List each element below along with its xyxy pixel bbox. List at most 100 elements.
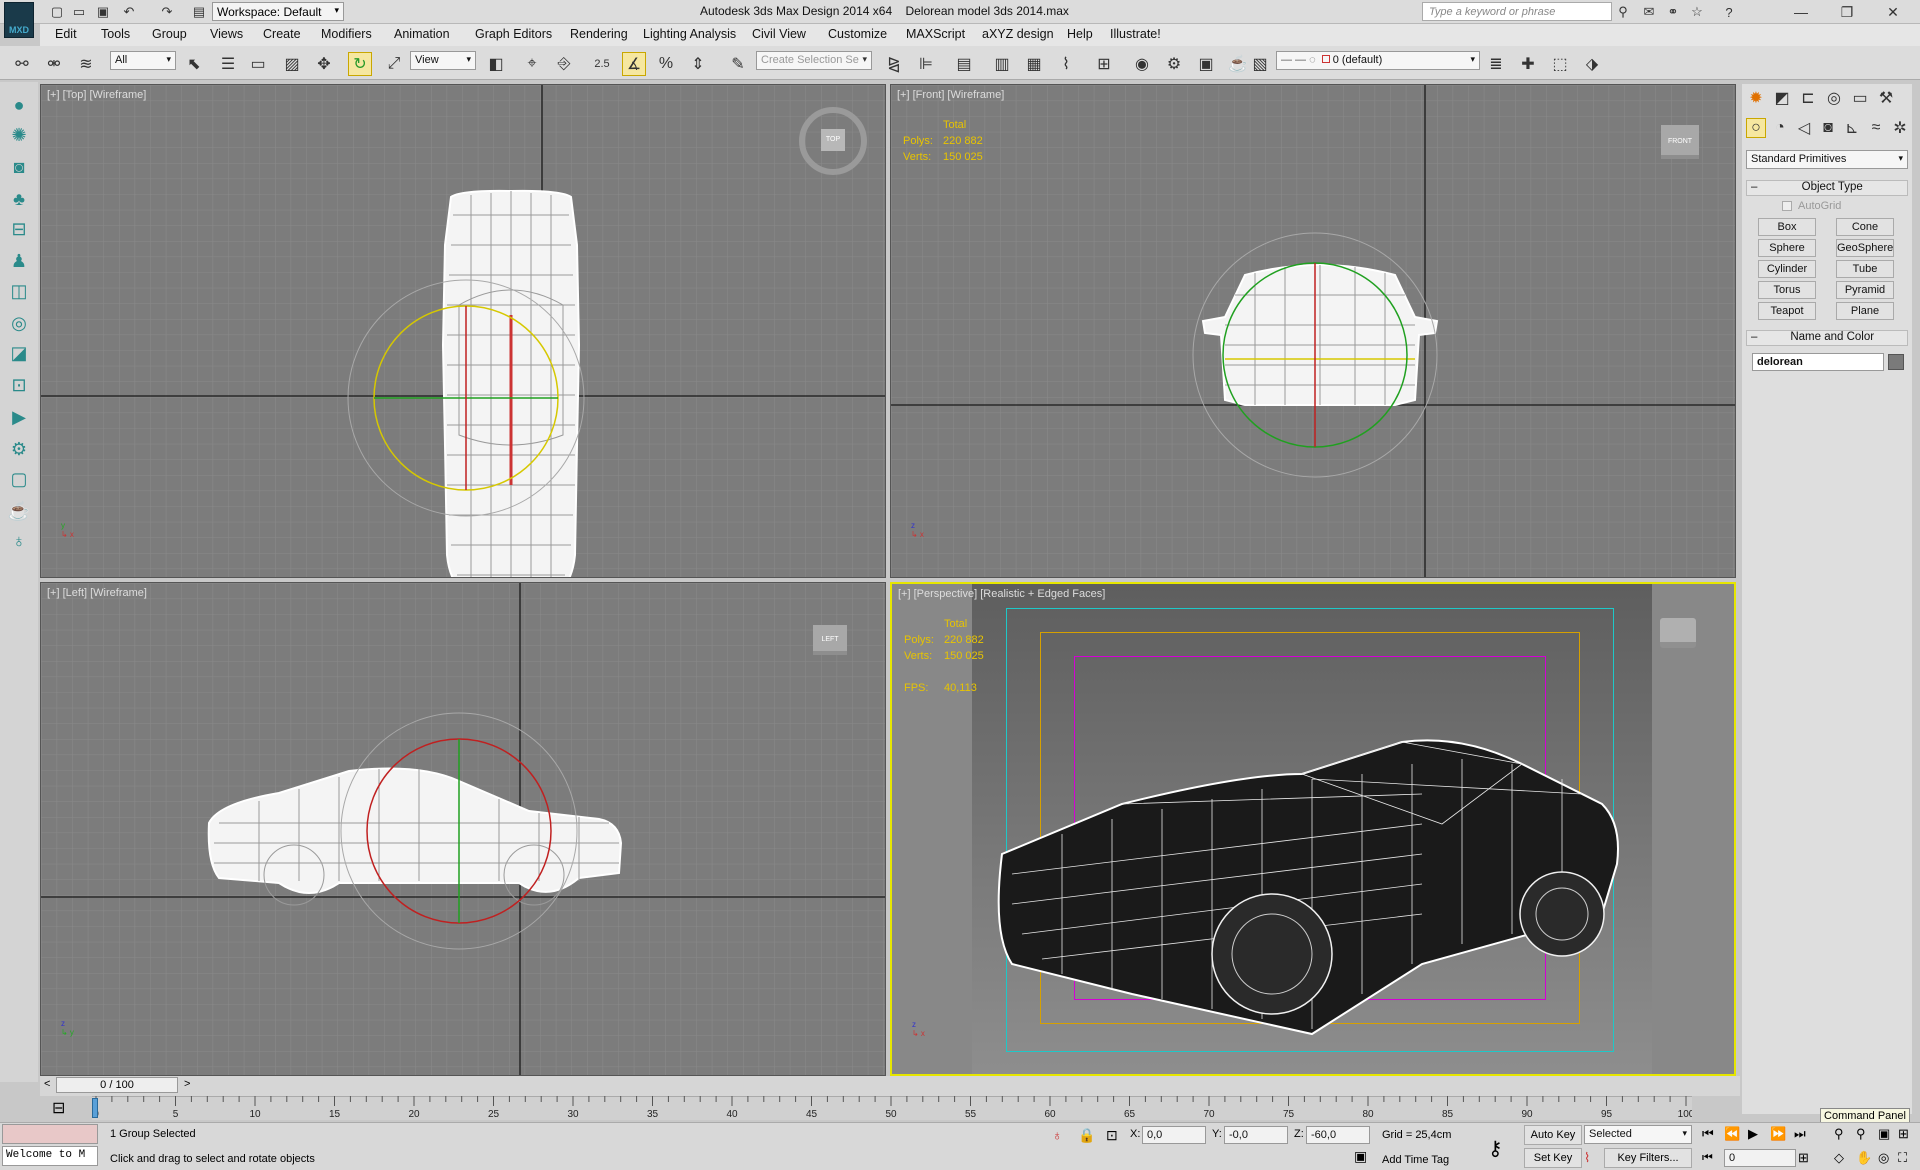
- add-to-layer-icon[interactable]: ✚: [1516, 52, 1540, 76]
- geosphere-button[interactable]: GeoSphere: [1836, 239, 1894, 257]
- time-tag-icon[interactable]: ▣: [1354, 1148, 1367, 1165]
- utilities-tab-icon[interactable]: ⚒: [1874, 86, 1898, 110]
- torus-button[interactable]: Torus: [1758, 281, 1816, 299]
- systems-icon[interactable]: ✲: [1890, 118, 1910, 138]
- keyboard-shortcut-icon[interactable]: ⎆: [552, 52, 576, 76]
- camera-icon[interactable]: ◙: [6, 154, 32, 180]
- workspace-dropdown[interactable]: Workspace: Default ▾: [212, 2, 344, 21]
- layer-toolbar-icon[interactable]: ▧: [1248, 52, 1272, 76]
- go-to-end-icon[interactable]: ⏭: [1794, 1126, 1806, 1142]
- link-icon[interactable]: ⚯: [10, 52, 34, 76]
- mini-curve-editor-icon[interactable]: ⊟: [52, 1098, 65, 1118]
- field-of-view-icon[interactable]: ◇: [1834, 1150, 1844, 1166]
- render-setup-icon[interactable]: ⚙: [1162, 52, 1186, 76]
- layer-manager-icon[interactable]: ▤: [952, 52, 976, 76]
- window-crossing-icon[interactable]: ▨: [280, 52, 304, 76]
- autogrid-checkbox[interactable]: AutoGrid: [1782, 200, 1841, 212]
- menu-group[interactable]: Group: [152, 27, 187, 41]
- pan-icon[interactable]: ✋: [1856, 1150, 1872, 1166]
- viewport-top-label[interactable]: [+] [Top] [Wireframe]: [47, 89, 146, 101]
- time-next-arrow[interactable]: >: [184, 1078, 190, 1090]
- menu-modifiers[interactable]: Modifiers: [321, 27, 372, 41]
- mirror-icon[interactable]: ⧎: [882, 52, 906, 76]
- sphere-cube-icon[interactable]: ◪: [6, 340, 32, 366]
- menu-maxscript[interactable]: MAXScript: [906, 27, 965, 41]
- select-by-name-icon[interactable]: ☰: [216, 52, 240, 76]
- viewport-perspective-label[interactable]: [+] [Perspective] [Realistic + Edged Fac…: [898, 588, 1105, 600]
- key-icon[interactable]: ⚷: [1488, 1136, 1503, 1161]
- graphite-toggle-icon[interactable]: ▦: [1022, 52, 1046, 76]
- object-color-swatch[interactable]: [1888, 354, 1904, 370]
- viewport-front-label[interactable]: [+] [Front] [Wireframe]: [897, 89, 1004, 101]
- edit-named-selection-icon[interactable]: ✎: [726, 52, 750, 76]
- category-dropdown[interactable]: Standard Primitives ▾: [1746, 150, 1908, 169]
- cone-button[interactable]: Cone: [1836, 218, 1894, 236]
- name-color-rollout[interactable]: – Name and Color: [1746, 330, 1908, 346]
- spinner-snap-icon[interactable]: ⇕: [686, 52, 710, 76]
- auto-key-button[interactable]: Auto Key: [1524, 1125, 1582, 1145]
- teapot-button[interactable]: Teapot: [1758, 302, 1816, 320]
- ring-icon[interactable]: ◎: [6, 310, 32, 336]
- set-current-layer-icon[interactable]: ⬗: [1580, 52, 1604, 76]
- plane-button[interactable]: Plane: [1836, 302, 1894, 320]
- key-mode-toggle-icon[interactable]: ⏮: [1702, 1150, 1713, 1165]
- help-icon[interactable]: ?: [1720, 3, 1738, 21]
- absolute-mode-icon[interactable]: ⊡: [1106, 1127, 1118, 1144]
- time-cursor[interactable]: [92, 1098, 98, 1118]
- new-file-icon[interactable]: ▢: [48, 3, 66, 21]
- menu-civil-view[interactable]: Civil View: [752, 27, 806, 41]
- manipulate-icon[interactable]: ⌖: [520, 52, 544, 76]
- object-name-input[interactable]: delorean: [1752, 353, 1884, 371]
- previous-frame-icon[interactable]: ⏪: [1724, 1126, 1740, 1142]
- menu-animation[interactable]: Animation: [394, 27, 450, 41]
- layer-dropdown[interactable]: — — ◌ 0 (default) ▾: [1276, 51, 1480, 70]
- set-key-button[interactable]: Set Key: [1524, 1148, 1582, 1168]
- tube-button[interactable]: Tube: [1836, 260, 1894, 278]
- binoculars-icon[interactable]: ⚲: [1614, 3, 1632, 21]
- curve-editor-icon[interactable]: ⌇: [1054, 52, 1078, 76]
- material-editor-icon[interactable]: ◉: [1130, 52, 1154, 76]
- isolate-icon[interactable]: ♁: [1052, 1127, 1063, 1143]
- menu-views[interactable]: Views: [210, 27, 243, 41]
- maximize-button[interactable]: ❐: [1824, 0, 1870, 24]
- film-icon[interactable]: ▶: [6, 404, 32, 430]
- menu-help[interactable]: Help: [1067, 27, 1093, 41]
- schematic-view-icon[interactable]: ⊞: [1092, 52, 1116, 76]
- motion-tab-icon[interactable]: ◎: [1822, 86, 1846, 110]
- spacewarps-icon[interactable]: ≈: [1866, 118, 1886, 138]
- sphere-button[interactable]: Sphere: [1758, 239, 1816, 257]
- viewport-left-label[interactable]: [+] [Left] [Wireframe]: [47, 587, 147, 599]
- lights-icon[interactable]: ◁: [1794, 118, 1814, 138]
- geometry-icon[interactable]: ○: [1746, 118, 1766, 138]
- display-tab-icon[interactable]: ▭: [1848, 86, 1872, 110]
- viewcube-perspective[interactable]: [1660, 618, 1696, 648]
- selection-filter-dropdown[interactable]: All ▾: [110, 51, 176, 70]
- layer-new-icon[interactable]: ≣: [1484, 52, 1508, 76]
- snap-toggle-icon[interactable]: 2.5: [590, 52, 614, 76]
- time-slider[interactable]: 0 / 100: [56, 1077, 178, 1093]
- key-tangent-icon[interactable]: ⌇: [1584, 1150, 1590, 1166]
- zoom-all-icon[interactable]: ⚲: [1856, 1126, 1866, 1142]
- menu-customize[interactable]: Customize: [828, 27, 887, 41]
- play-icon[interactable]: ▶: [1748, 1126, 1758, 1142]
- bind-spacewarp-icon[interactable]: ≋: [74, 52, 98, 76]
- rectangular-region-icon[interactable]: ▭: [246, 52, 270, 76]
- go-to-start-icon[interactable]: ⏮: [1702, 1126, 1714, 1142]
- open-file-icon[interactable]: ▭: [70, 3, 88, 21]
- grid-tool-icon[interactable]: ⊡: [6, 372, 32, 398]
- viewport-front[interactable]: [+] [Front] [Wireframe] Total Polys: 220 …: [890, 84, 1736, 578]
- menu-axyz-design[interactable]: aXYZ design: [982, 27, 1054, 41]
- sun-icon[interactable]: ✺: [6, 122, 32, 148]
- zoom-extents-icon[interactable]: ▣: [1878, 1126, 1890, 1142]
- add-time-tag[interactable]: Add Time Tag: [1382, 1154, 1449, 1166]
- redo-icon[interactable]: ↷: [158, 3, 176, 21]
- viewport-top[interactable]: [+] [Top] [Wireframe] TOP y ↳ x: [40, 84, 886, 578]
- cylinder-button[interactable]: Cylinder: [1758, 260, 1816, 278]
- menu-create[interactable]: Create: [263, 27, 301, 41]
- viewport-left[interactable]: [+] [Left] [Wireframe] LEFT z ↳ y: [40, 582, 886, 1076]
- viewcube-front[interactable]: FRONT: [1661, 125, 1699, 159]
- menu-edit[interactable]: Edit: [55, 27, 77, 41]
- key-filters-button[interactable]: Key Filters...: [1604, 1148, 1692, 1168]
- key-mode-dropdown[interactable]: Selected ▾: [1584, 1125, 1692, 1144]
- next-frame-icon[interactable]: ⏩: [1770, 1126, 1786, 1142]
